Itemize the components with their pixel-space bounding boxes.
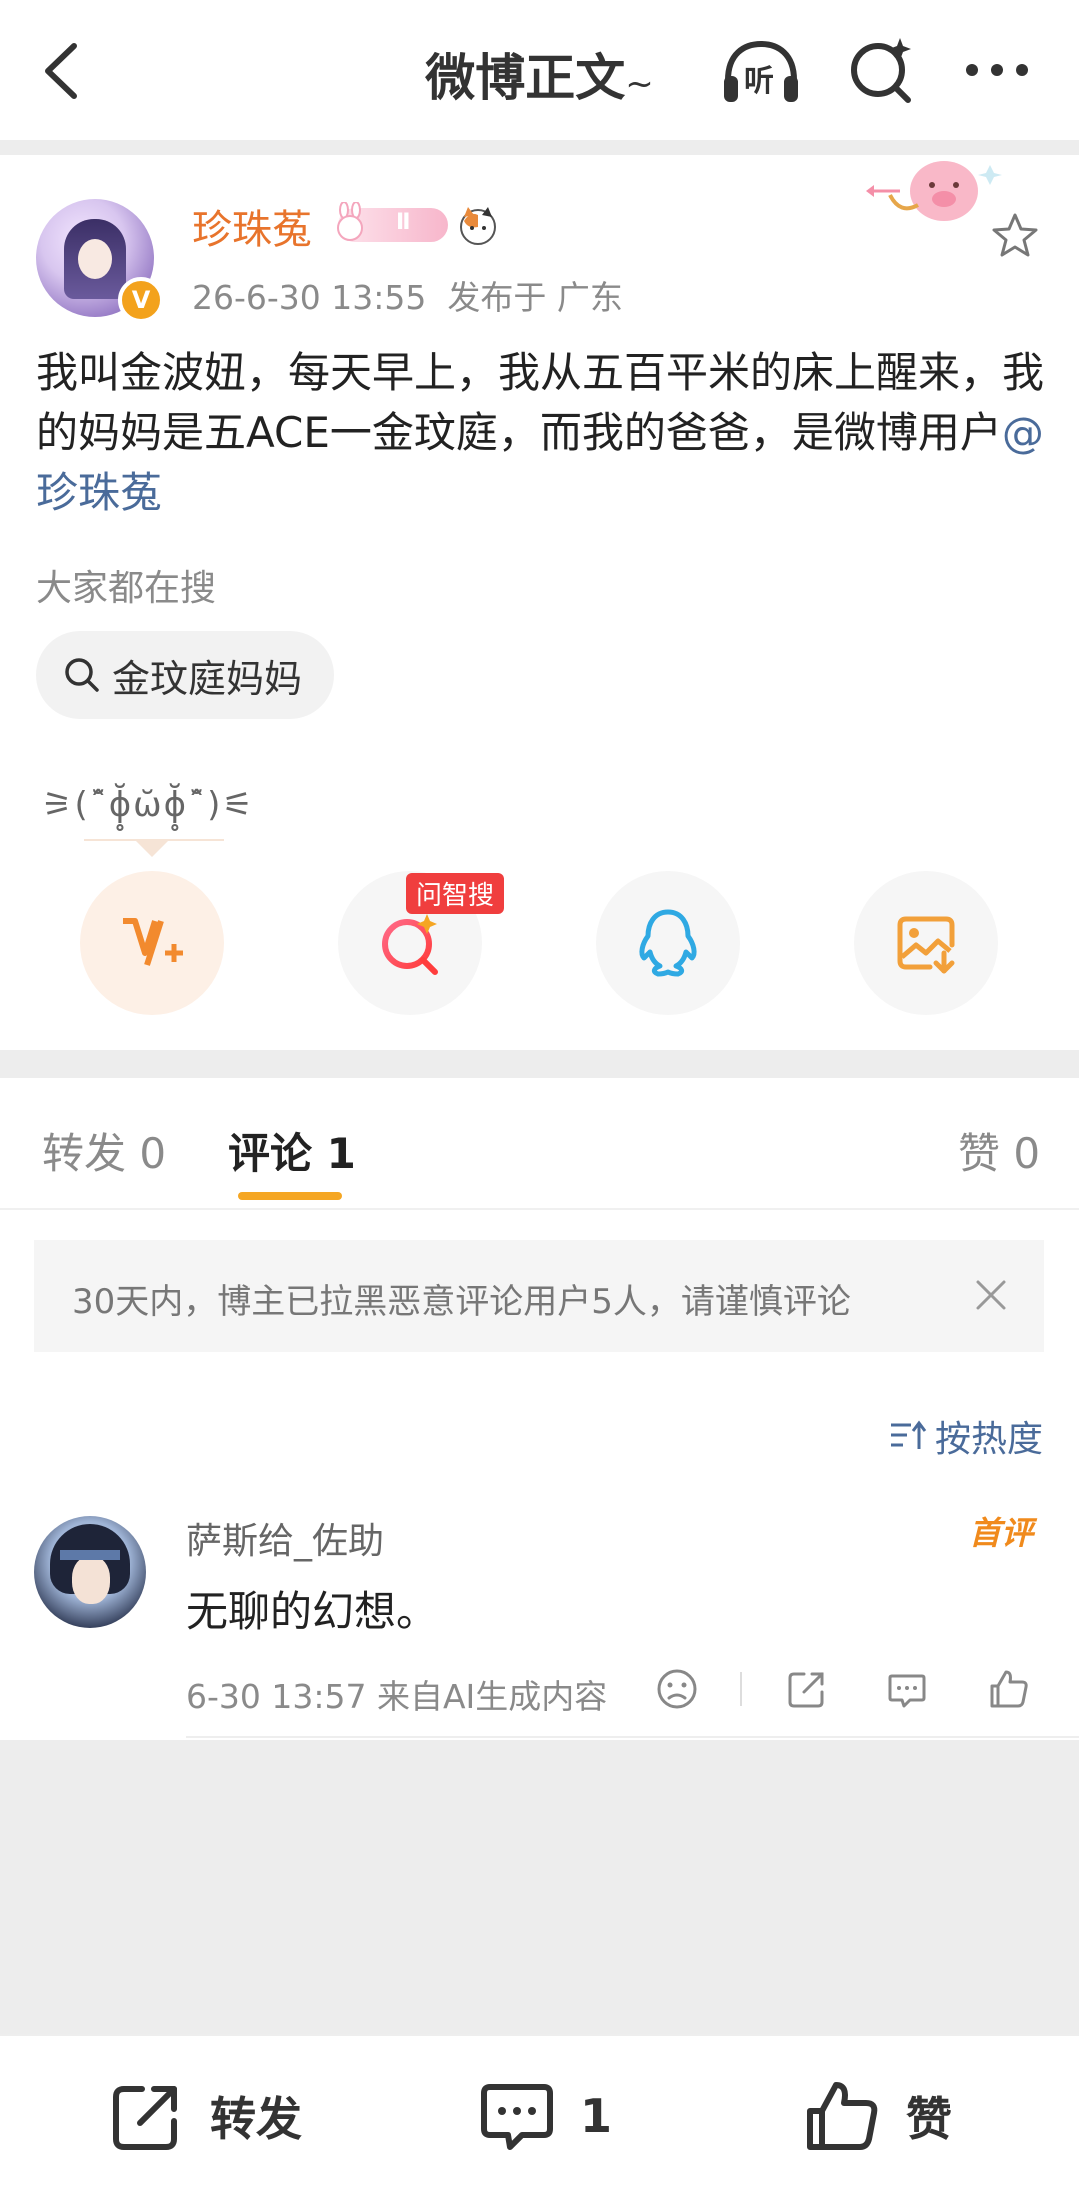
star-outline-icon	[992, 213, 1038, 257]
title-tilde: ~	[625, 64, 654, 104]
sort-icon	[890, 1420, 927, 1449]
trending-search-text: 金玟庭妈妈	[112, 656, 303, 701]
save-image-button[interactable]	[854, 871, 998, 1015]
post-time: 26-6-30 13:55	[192, 278, 427, 317]
listen-label: 听	[744, 64, 774, 99]
kaomoji-bubble: ⚞(ˆ̆ɸ̥̆ω̆ɸ̥̆ˆ̆)⚟	[42, 785, 255, 825]
trending-search-hint: 大家都在搜	[36, 568, 217, 609]
level-badge[interactable]: Ⅱ	[337, 202, 448, 242]
sort-label: 按热度	[934, 1419, 1043, 1460]
reply-icon[interactable]	[884, 1666, 930, 1712]
comment-notice: 30天内，博主已拉黑恶意评论用户5人，请谨慎评论	[34, 1240, 1044, 1352]
more-dots-icon	[966, 64, 1028, 76]
comment-icon	[481, 2084, 553, 2150]
active-tab-indicator	[238, 1192, 342, 1200]
tab-repost[interactable]: 转发 0	[42, 1120, 166, 1181]
ai-search-button[interactable]	[846, 34, 916, 106]
post-card: V 珍珠菟 Ⅱ 26-6-30 13:55 发布于 广东 我叫金波妞，每天早上，…	[0, 155, 1079, 1050]
zhisou-tag: 问智搜	[406, 873, 505, 914]
image-download-icon	[897, 916, 955, 974]
tab-comment[interactable]: 评论 1	[228, 1120, 356, 1181]
like-label: 赞	[906, 2092, 952, 2146]
bunny-icon	[337, 202, 363, 241]
page-title: 微博正文~	[425, 49, 654, 107]
level-badge-label: Ⅱ	[396, 210, 411, 235]
trending-search-chip[interactable]: 金玟庭妈妈	[36, 631, 335, 719]
share-icon[interactable]	[784, 1666, 830, 1712]
bottom-action-bar: 转发 1 赞	[0, 2034, 1079, 2192]
qq-penguin-icon	[639, 909, 697, 977]
like-button[interactable]: 赞	[804, 2076, 952, 2156]
v-plus-icon	[123, 918, 183, 966]
top-nav-bar: 微博正文~ 听	[0, 0, 1079, 140]
search-sparkle-icon	[851, 38, 911, 103]
share-icon	[113, 2086, 177, 2150]
cat-badge-icon[interactable]	[456, 203, 500, 247]
repost-button[interactable]: 转发	[108, 2076, 302, 2156]
bubble-pointer	[136, 841, 168, 857]
post-meta: 26-6-30 13:55 发布于 广东	[192, 271, 623, 319]
comment-count: 1	[580, 2089, 613, 2143]
listen-button[interactable]: 听	[718, 36, 804, 106]
vplus-button[interactable]	[80, 871, 224, 1015]
author-badges[interactable]: Ⅱ	[337, 202, 500, 247]
post-text: 我叫金波妞，每天早上，我从五百平米的床上醒来，我的妈妈是五ACE一金玟庭，而我的…	[36, 348, 1045, 457]
commenter-avatar[interactable]	[34, 1516, 146, 1628]
comment-notice-text: 30天内，博主已拉黑恶意评论用户5人，请谨慎评论	[72, 1282, 851, 1322]
thumbs-up-icon	[807, 2082, 878, 2150]
like-icon[interactable]	[986, 1666, 1032, 1712]
comment-bottom-divider	[186, 1736, 1079, 1738]
verified-badge: V	[118, 277, 164, 323]
qq-share-button[interactable]	[596, 871, 740, 1015]
interaction-tabs: 转发 0 评论 1 赞 0	[0, 1078, 1079, 1210]
author-name[interactable]: 珍珠菟	[192, 197, 312, 255]
search-sparkle-icon	[382, 914, 438, 975]
post-content: 我叫金波妞，每天早上，我从五百平米的床上醒来，我的妈妈是五ACE一金玟庭，而我的…	[36, 343, 1046, 523]
post-location: 发布于 广东	[447, 278, 623, 317]
favorite-button[interactable]	[990, 211, 1040, 261]
close-icon[interactable]	[968, 1272, 1014, 1318]
comment-button[interactable]: 1	[478, 2076, 612, 2156]
comment-meta: 6-30 13:57 来自AI生成内容	[186, 1677, 608, 1716]
tab-like[interactable]: 赞 0	[958, 1120, 1040, 1181]
comment-text: 无聊的幻想。	[186, 1587, 439, 1636]
first-comment-badge: 首评	[968, 1514, 1033, 1552]
commenter-name[interactable]: 萨斯给_佐助	[186, 1512, 384, 1564]
pig-sticker-icon	[866, 161, 1002, 221]
dislike-face-icon[interactable]	[654, 1666, 700, 1712]
sort-toggle[interactable]: 按热度	[889, 1410, 1043, 1462]
search-icon	[65, 658, 99, 692]
comment-section: 30天内，博主已拉黑恶意评论用户5人，请谨慎评论 按热度 萨斯给_佐助 首评 无…	[0, 1210, 1079, 1740]
comment-action-divider	[740, 1672, 742, 1706]
more-button[interactable]	[962, 50, 1032, 90]
repost-label: 转发	[210, 2092, 302, 2146]
